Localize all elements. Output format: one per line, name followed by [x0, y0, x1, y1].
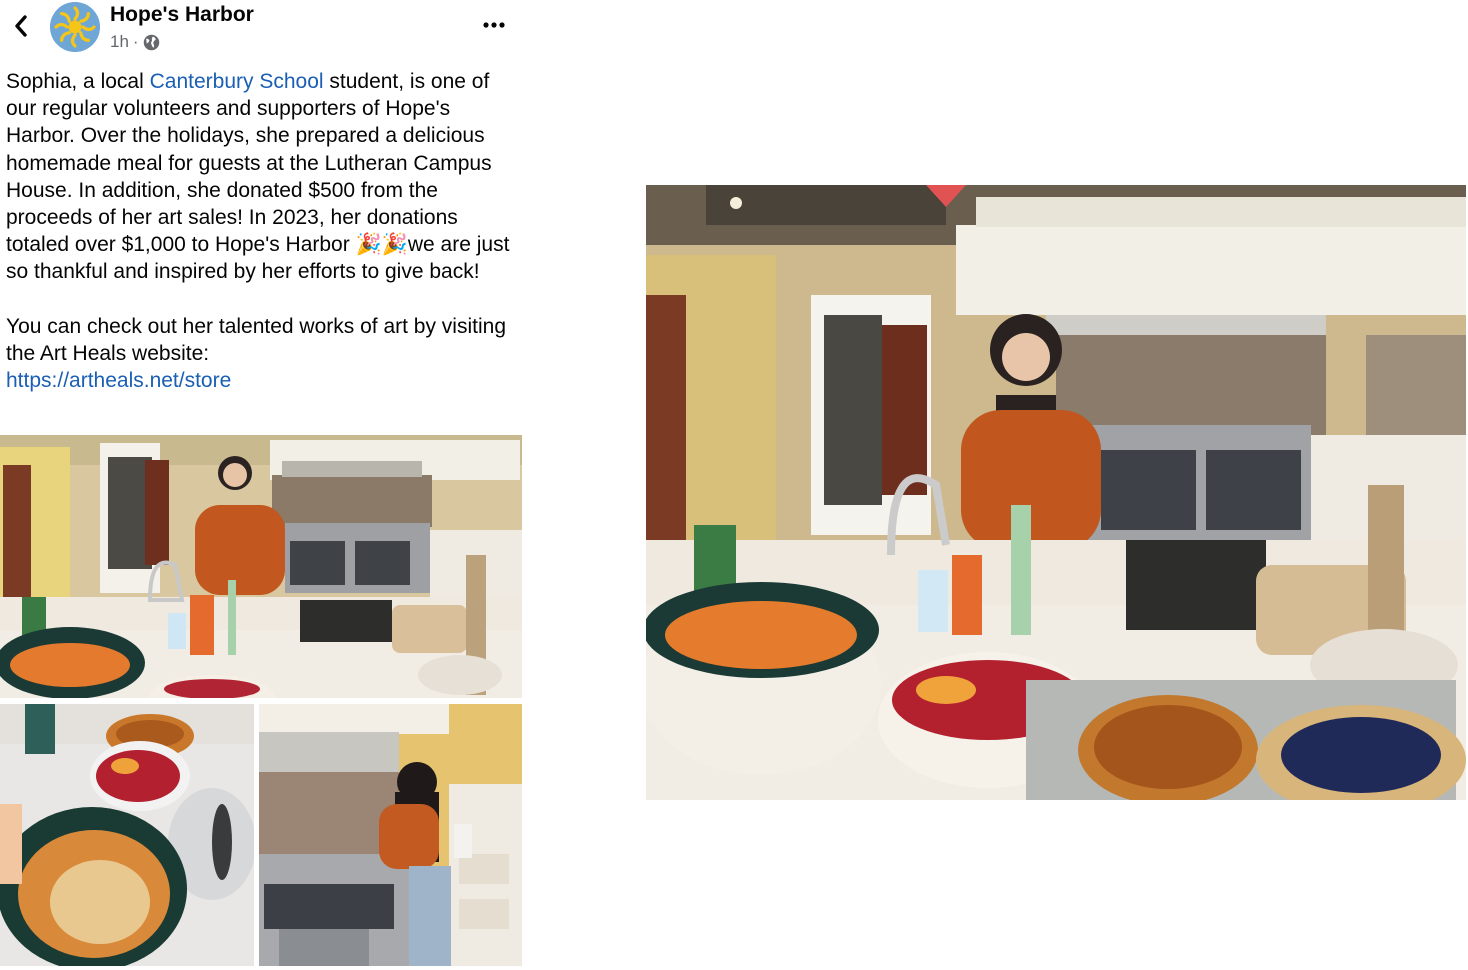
post-paragraph-1: Sophia, a local Canterbury School studen… [6, 68, 518, 286]
globe-icon [143, 34, 159, 50]
cooking-photo [259, 704, 522, 966]
kitchen-photo [0, 435, 522, 698]
food-photo [0, 704, 254, 966]
meta-separator: · [132, 32, 139, 51]
back-button[interactable] [8, 12, 34, 40]
chevron-left-icon [15, 15, 27, 37]
page-name[interactable]: Hope's Harbor [110, 3, 254, 27]
photo-expanded-kitchen[interactable] [646, 185, 1466, 800]
more-horizontal-icon [483, 22, 505, 28]
text-main: student, is one of our regular volunteer… [6, 70, 492, 257]
text-art-heals: You can check out her talented works of … [6, 314, 507, 365]
post-paragraph-2: You can check out her talented works of … [6, 313, 518, 395]
party-emoji: 🎉🎉 [355, 233, 408, 257]
post-body: Sophia, a local Canterbury School studen… [6, 68, 518, 394]
more-options-button[interactable] [478, 12, 510, 38]
post-meta: 1h · [110, 32, 160, 52]
kitchen-large-photo [646, 185, 1466, 800]
photo-kitchen-overview[interactable] [0, 435, 522, 698]
photo-cooking[interactable] [259, 704, 522, 966]
sun-logo-icon [50, 2, 100, 52]
text-intro: Sophia, a local [6, 70, 150, 93]
photo-food-closeup[interactable] [0, 704, 254, 966]
page-avatar[interactable] [50, 2, 100, 52]
art-heals-link[interactable]: https://artheals.net/store [6, 369, 231, 392]
post-time[interactable]: 1h [110, 32, 129, 52]
school-link[interactable]: Canterbury School [150, 70, 324, 93]
